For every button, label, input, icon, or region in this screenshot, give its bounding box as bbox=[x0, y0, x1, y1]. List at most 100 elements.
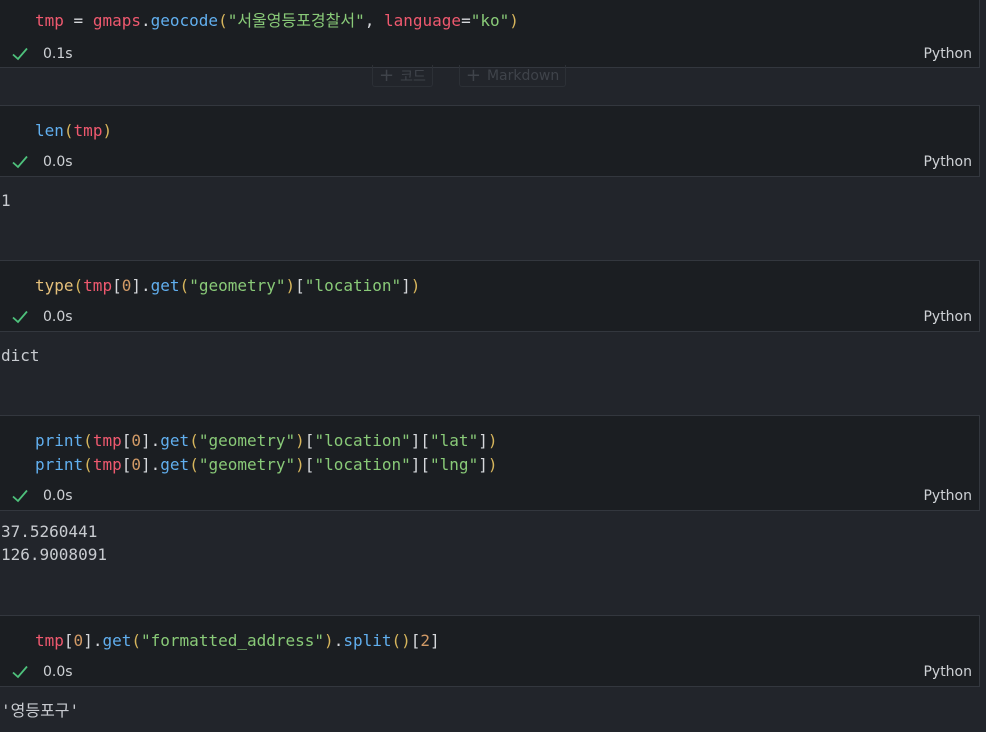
token: get bbox=[102, 631, 132, 650]
execution-time: 0.0s bbox=[43, 664, 73, 680]
token: ( bbox=[189, 431, 199, 450]
add-code-cell-button[interactable]: + 코드 bbox=[372, 65, 433, 87]
token: print bbox=[35, 431, 84, 450]
execution-time: 0.0s bbox=[43, 309, 73, 325]
token: ( bbox=[83, 431, 93, 450]
token: ( bbox=[131, 631, 142, 650]
token: ] bbox=[141, 431, 151, 450]
token: type bbox=[35, 276, 74, 295]
token: "geometry" bbox=[189, 276, 286, 295]
token: ( bbox=[218, 11, 228, 30]
token: = bbox=[63, 11, 93, 30]
token: ( bbox=[189, 455, 199, 474]
token: ] bbox=[478, 431, 488, 450]
token: ][ bbox=[410, 455, 431, 474]
add-cell-bar: + 코드 + Markdown bbox=[372, 65, 567, 87]
token: "formatted_address" bbox=[141, 631, 325, 650]
token: tmp bbox=[92, 431, 122, 450]
token: tmp bbox=[92, 455, 122, 474]
plus-icon: + bbox=[379, 65, 395, 86]
token: . bbox=[333, 631, 344, 650]
token: "location" bbox=[314, 431, 411, 450]
token: 0 bbox=[131, 431, 141, 450]
cell-4-status-bar: 0.0s Python bbox=[0, 483, 979, 511]
token: ) bbox=[487, 431, 498, 450]
token: ] bbox=[131, 276, 141, 295]
token: gmaps bbox=[92, 11, 141, 30]
token: ( bbox=[179, 276, 190, 295]
token: [ bbox=[295, 276, 305, 295]
add-markdown-cell-button[interactable]: + Markdown bbox=[458, 65, 567, 87]
token: ] bbox=[401, 276, 411, 295]
token: print bbox=[35, 455, 84, 474]
token: "lat" bbox=[430, 431, 479, 450]
token: get bbox=[160, 431, 190, 450]
token: ( bbox=[83, 455, 93, 474]
token: 0 bbox=[73, 631, 84, 650]
token: 0 bbox=[131, 455, 141, 474]
cell-4-output-line-1: 37.5260441 bbox=[1, 522, 98, 541]
success-check-icon bbox=[12, 489, 28, 503]
cell-3-source[interactable]: type(tmp[0].get("geometry")["location"]) bbox=[35, 274, 420, 298]
token: ) bbox=[102, 121, 113, 140]
token: , bbox=[364, 11, 384, 30]
token: ) bbox=[285, 276, 296, 295]
token: tmp bbox=[35, 11, 64, 30]
code-cell-4[interactable]: print(tmp[0].get("geometry")["location"]… bbox=[0, 415, 980, 511]
cell-4-source-line-1[interactable]: print(tmp[0].get("geometry")["location"]… bbox=[35, 429, 497, 453]
token: [ bbox=[121, 455, 132, 474]
cell-1-source[interactable]: tmp = gmaps.geocode("서울영등포경찰서", language… bbox=[35, 9, 519, 33]
token: tmp bbox=[83, 276, 113, 295]
token: [ bbox=[304, 455, 315, 474]
token: . bbox=[140, 11, 151, 30]
add-markdown-label: Markdown bbox=[486, 67, 560, 84]
token: [ bbox=[121, 431, 132, 450]
add-code-label: 코드 bbox=[400, 68, 426, 85]
cell-2-source[interactable]: len(tmp) bbox=[35, 119, 112, 143]
cell-4-source-line-2[interactable]: print(tmp[0].get("geometry")["location"]… bbox=[35, 453, 497, 477]
token: ) bbox=[324, 631, 334, 650]
token: () bbox=[391, 631, 411, 650]
token: [ bbox=[410, 631, 421, 650]
cell-language[interactable]: Python bbox=[923, 154, 972, 170]
code-cell-5[interactable]: tmp[0].get("formatted_address").split()[… bbox=[0, 615, 980, 687]
success-check-icon bbox=[12, 310, 28, 324]
cell-language[interactable]: Python bbox=[923, 488, 972, 504]
token: ] bbox=[430, 631, 440, 650]
token: ) bbox=[487, 455, 498, 474]
token: . bbox=[150, 455, 161, 474]
token: len bbox=[35, 121, 64, 140]
token: = bbox=[461, 11, 471, 30]
token: "lng" bbox=[430, 455, 479, 474]
token: "geometry" bbox=[198, 455, 296, 474]
token: ) bbox=[509, 11, 519, 30]
execution-time: 0.1s bbox=[43, 46, 73, 62]
token: "ko" bbox=[470, 11, 510, 30]
cell-language[interactable]: Python bbox=[923, 46, 972, 62]
token: ( bbox=[73, 276, 84, 295]
execution-time: 0.0s bbox=[43, 154, 73, 170]
token: [ bbox=[63, 631, 74, 650]
cell-language[interactable]: Python bbox=[923, 664, 972, 680]
success-check-icon bbox=[12, 47, 28, 61]
token: split bbox=[343, 631, 392, 650]
cell-5-source[interactable]: tmp[0].get("formatted_address").split()[… bbox=[35, 629, 440, 653]
token: ) bbox=[295, 455, 305, 474]
token: "location" bbox=[314, 455, 411, 474]
code-cell-3[interactable]: type(tmp[0].get("geometry")["location"])… bbox=[0, 260, 980, 332]
token: ] bbox=[478, 455, 488, 474]
cell-3-status-bar: 0.0s Python bbox=[0, 304, 979, 332]
cell-5-status-bar: 0.0s Python bbox=[0, 659, 979, 687]
cell-5-output: '영등포구' bbox=[1, 701, 80, 720]
token: . bbox=[141, 276, 151, 295]
success-check-icon bbox=[12, 155, 28, 169]
cell-language[interactable]: Python bbox=[923, 309, 972, 325]
code-cell-2[interactable]: len(tmp) 0.0s Python bbox=[0, 105, 980, 177]
token: "geometry" bbox=[198, 431, 296, 450]
cell-3-output: dict bbox=[1, 346, 40, 365]
token: [ bbox=[112, 276, 122, 295]
token: ][ bbox=[410, 431, 431, 450]
token: "서울영등포경찰서" bbox=[227, 11, 365, 30]
token: tmp bbox=[35, 631, 64, 650]
code-cell-1[interactable]: tmp = gmaps.geocode("서울영등포경찰서", language… bbox=[0, 0, 980, 68]
